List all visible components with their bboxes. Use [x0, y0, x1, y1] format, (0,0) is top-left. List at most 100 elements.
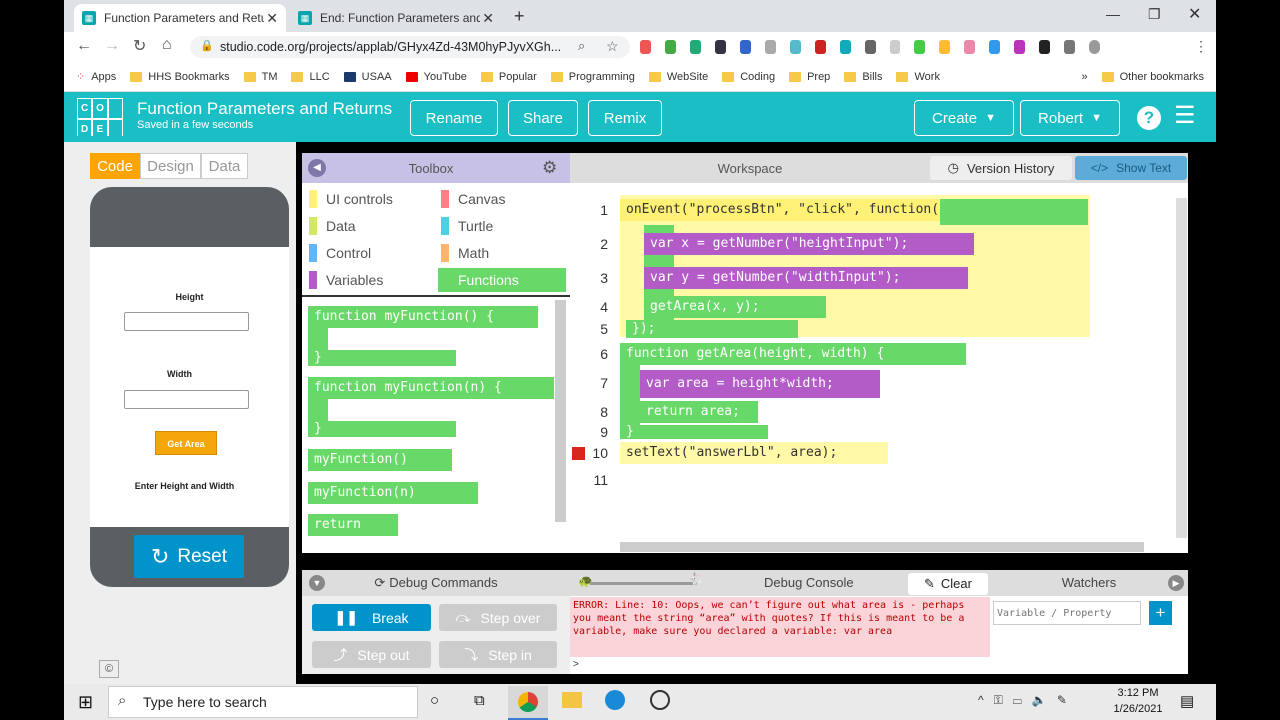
toolbox-scrollbar[interactable] [555, 300, 566, 522]
bookmark[interactable]: Bills [844, 71, 882, 83]
step-in-button[interactable]: ⤵ Step in [439, 641, 557, 668]
design-mode-button[interactable]: Design [140, 153, 201, 179]
code-line-4[interactable]: getArea(x, y); [644, 296, 826, 318]
bookmark[interactable]: YouTube [405, 71, 467, 83]
bookmark[interactable]: LLC [291, 71, 330, 83]
restore-icon[interactable]: ❐ [1148, 6, 1161, 23]
code-line-11[interactable] [620, 470, 630, 492]
bookmark[interactable]: Prep [789, 71, 830, 83]
system-tray-icons[interactable]: ^⚿▭🔈✎ [978, 693, 1077, 708]
version-history-button[interactable]: ◷ Version History [930, 156, 1072, 180]
speed-slider[interactable] [590, 582, 698, 585]
code-line-2[interactable]: var x = getNumber("heightInput"); [644, 233, 974, 255]
workspace-horizontal-scrollbar[interactable] [620, 542, 1144, 552]
chrome-taskbar-app[interactable] [508, 686, 548, 720]
help-icon[interactable]: ? [1137, 106, 1161, 130]
task-view-icon[interactable]: ⧉ [474, 692, 485, 709]
workspace-vertical-scrollbar[interactable] [1176, 198, 1187, 538]
bookmark[interactable]: Work [896, 71, 940, 83]
break-button[interactable]: ❚❚ Break [312, 604, 431, 631]
home-icon[interactable]: ⌂ [162, 36, 172, 54]
extensions-puzzle-icon[interactable] [1064, 40, 1076, 54]
category-canvas[interactable]: Canvas [436, 187, 566, 211]
extension-icon[interactable] [689, 40, 701, 54]
console-prompt[interactable]: > [573, 659, 579, 670]
extension-icon[interactable] [914, 40, 926, 54]
toolbox-block-return[interactable]: return [308, 514, 398, 536]
collapse-debug-icon[interactable]: ▼ [309, 575, 325, 591]
reset-button[interactable]: ↻ Reset [134, 535, 244, 578]
category-variables[interactable]: Variables [304, 268, 434, 292]
category-functions[interactable]: Functions [438, 268, 566, 292]
hamburger-menu-icon[interactable]: ☰ [1174, 104, 1196, 128]
code-mode-button[interactable]: Code [90, 153, 140, 179]
rename-button[interactable]: Rename [410, 100, 498, 136]
extension-icon[interactable] [739, 40, 751, 54]
bookmark-apps[interactable]: ⁘ Apps [76, 70, 116, 84]
clear-button[interactable]: ✎ Clear [908, 573, 988, 595]
star-icon[interactable]: ☆ [606, 38, 619, 55]
category-math[interactable]: Math [436, 241, 566, 265]
toolbox-block-call[interactable]: myFunction() [308, 449, 452, 471]
code-line-7[interactable]: var area = height*width; [640, 370, 880, 398]
browser-menu-icon[interactable]: ⋮ [1194, 38, 1208, 55]
step-over-button[interactable]: ⤼ Step over [439, 604, 557, 631]
more-bookmarks-icon[interactable]: » [1082, 71, 1088, 83]
bookmark[interactable]: USAA [343, 71, 392, 83]
fast-rabbit-icon[interactable]: 🐇 [688, 572, 703, 586]
other-bookmarks[interactable]: Other bookmarks [1101, 71, 1204, 83]
extension-icon[interactable] [664, 40, 676, 54]
clock-date[interactable]: 1/26/2021 [1104, 703, 1172, 715]
minimize-icon[interactable]: — [1106, 6, 1120, 22]
show-text-button[interactable]: </> Show Text [1075, 156, 1187, 180]
category-ui-controls[interactable]: UI controls [304, 187, 434, 211]
toolbox-block-function-param[interactable]: function myFunction(n) { [308, 377, 554, 399]
category-turtle[interactable]: Turtle [436, 214, 566, 238]
close-tab-icon[interactable]: ✕ [482, 10, 494, 27]
code-line-3[interactable]: var y = getNumber("widthInput"); [644, 267, 968, 289]
profile-avatar[interactable] [1089, 40, 1101, 54]
error-marker-icon[interactable] [572, 447, 585, 460]
notifications-icon[interactable]: ▤ [1180, 692, 1194, 710]
extension-icon[interactable] [714, 40, 726, 54]
code-org-logo[interactable]: CO DE [77, 98, 123, 139]
extension-icon[interactable] [1039, 40, 1051, 54]
browser-tab-active[interactable]: ▦ Function Parameters and Returns ✕ [74, 4, 286, 32]
get-area-button[interactable]: Get Area [155, 431, 217, 455]
code-line-10[interactable]: setText("answerLbl", area); [620, 442, 888, 464]
back-icon[interactable]: ← [76, 37, 92, 55]
reload-icon[interactable]: ↻ [133, 36, 146, 56]
cortana-icon[interactable]: ○ [430, 692, 439, 709]
category-data[interactable]: Data [304, 214, 434, 238]
toolbox-block-function[interactable]: function myFunction() { [308, 306, 538, 328]
file-explorer-icon[interactable] [562, 692, 582, 708]
extension-icon[interactable] [989, 40, 1001, 54]
gear-icon[interactable]: ⚙ [542, 158, 557, 178]
obs-icon[interactable] [650, 690, 670, 710]
new-tab-icon[interactable]: + [514, 6, 525, 27]
close-window-icon[interactable]: ✕ [1188, 4, 1201, 24]
extension-icon[interactable] [814, 40, 826, 54]
extension-icon[interactable] [640, 40, 651, 54]
bookmark[interactable]: Coding [722, 71, 775, 83]
user-menu-button[interactable]: Robert ▼ [1020, 100, 1120, 136]
extension-icon[interactable] [1014, 40, 1026, 54]
add-watch-button[interactable]: + [1149, 601, 1172, 625]
collapse-watchers-icon[interactable]: ▶ [1168, 575, 1184, 591]
browser-tab[interactable]: ▦ End: Function Parameters and Re ✕ [290, 4, 502, 32]
watch-expression-input[interactable] [993, 601, 1141, 625]
bookmark[interactable]: WebSite [648, 71, 708, 83]
bookmark[interactable]: HHS Bookmarks [130, 71, 230, 83]
slow-turtle-icon[interactable]: 🐢 [578, 574, 593, 588]
close-tab-icon[interactable]: ✕ [266, 10, 278, 27]
toolbox-block-call-param[interactable]: myFunction(n) [308, 482, 478, 504]
extension-icon[interactable] [839, 40, 851, 54]
step-out-button[interactable]: ⤴ Step out [312, 641, 431, 668]
extension-icon[interactable] [764, 40, 776, 54]
bookmark[interactable]: Programming [550, 71, 635, 83]
share-button[interactable]: Share [508, 100, 578, 136]
code-line-8[interactable]: return area; [640, 401, 758, 423]
extension-icon[interactable] [789, 40, 801, 54]
data-mode-button[interactable]: Data [201, 153, 248, 179]
code-line-1[interactable]: onEvent("processBtn", "click", function(… [620, 199, 970, 221]
